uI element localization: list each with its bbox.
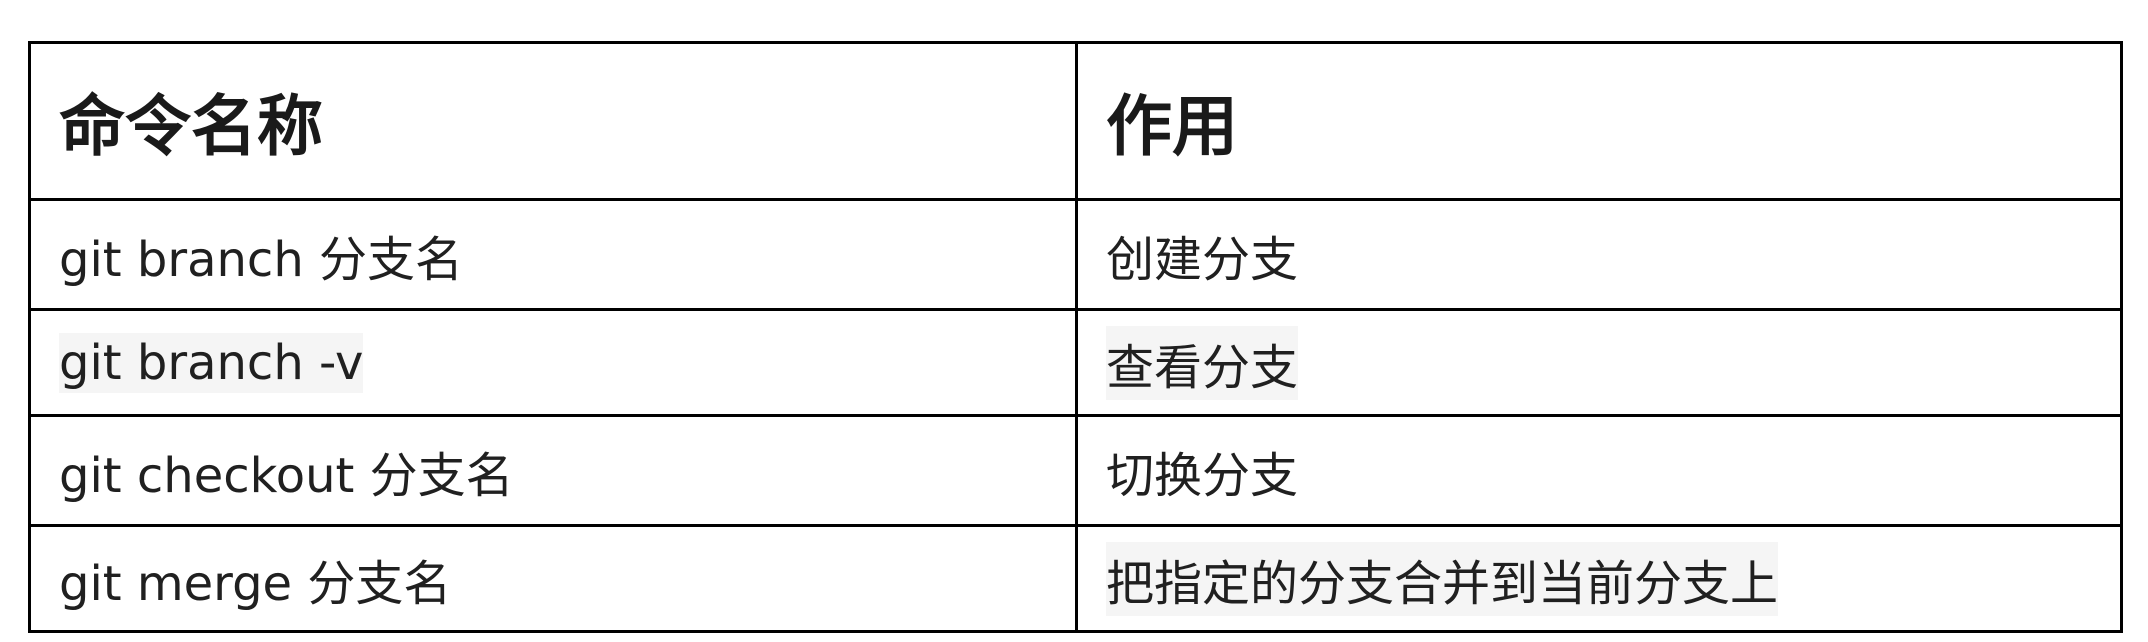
command-cell: git branch 分支名	[28, 198, 1078, 311]
purpose-cell: 切换分支	[1075, 414, 2123, 527]
table-row: git branch -v 查看分支	[28, 308, 2123, 417]
purpose-text: 创建分支	[1106, 231, 1299, 288]
command-text: git branch 分支名	[59, 231, 463, 288]
table-row: git branch 分支名 创建分支	[28, 198, 2123, 311]
purpose-cell: 查看分支	[1075, 308, 2123, 417]
command-cell: git checkout 分支名	[28, 414, 1078, 527]
purpose-cell: 创建分支	[1075, 198, 2123, 311]
table-row: git checkout 分支名 切换分支	[28, 414, 2123, 527]
command-text: git branch -v	[59, 332, 364, 393]
purpose-text: 查看分支	[1106, 325, 1299, 400]
table-header: 命令名称 作用	[28, 41, 2123, 201]
command-text: git checkout 分支名	[59, 447, 514, 504]
command-cell: git branch -v	[28, 308, 1078, 417]
header-purpose: 作用	[1075, 41, 2123, 201]
command-text: git merge 分支名	[59, 555, 452, 612]
purpose-text: 把指定的分支合并到当前分支上	[1106, 541, 1779, 616]
purpose-text: 切换分支	[1106, 447, 1299, 504]
purpose-cell: 把指定的分支合并到当前分支上	[1075, 524, 2123, 633]
header-command-name: 命令名称	[28, 41, 1078, 201]
table-body: git branch 分支名 创建分支 git branch -v 查看分支 g…	[28, 198, 2123, 633]
table-row: git merge 分支名 把指定的分支合并到当前分支上	[28, 524, 2123, 633]
header-row: 命令名称 作用	[28, 41, 2123, 201]
git-command-table: 命令名称 作用 git branch 分支名 创建分支 git branch -…	[28, 41, 2123, 633]
command-cell: git merge 分支名	[28, 524, 1078, 633]
